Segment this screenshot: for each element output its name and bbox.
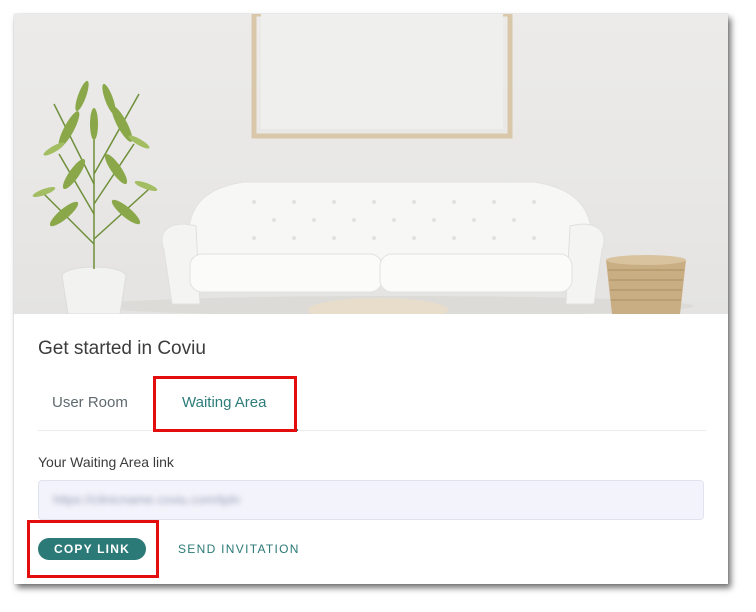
active-tab-indicator <box>178 429 298 431</box>
tab-waiting-area[interactable]: Waiting Area <box>182 382 267 428</box>
waiting-area-link-value: https://clinicname.coviu.com/tpln <box>53 492 241 507</box>
page-title: Get started in Coviu <box>38 338 206 359</box>
tab-user-room[interactable]: User Room <box>52 382 128 428</box>
hero-image <box>14 14 728 314</box>
waiting-area-link-label: Your Waiting Area link <box>38 454 174 470</box>
get-started-card: Get started in Coviu User Room Waiting A… <box>14 14 728 584</box>
copy-link-button[interactable]: COPY LINK <box>38 538 146 560</box>
tab-bar: User Room Waiting Area <box>38 382 706 431</box>
send-invitation-button[interactable]: SEND INVITATION <box>178 538 300 560</box>
waiting-area-link-field[interactable]: https://clinicname.coviu.com/tpln <box>38 480 704 520</box>
